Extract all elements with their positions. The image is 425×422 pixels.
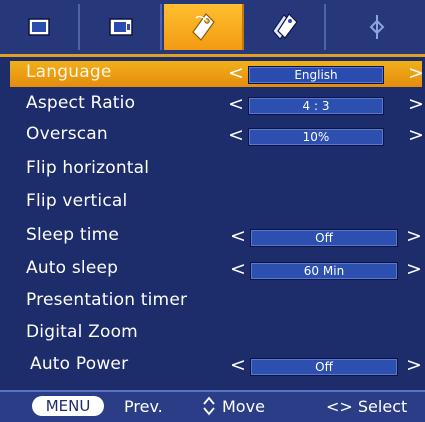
digital-zoom-label: Digital Zoom: [26, 322, 138, 342]
menu-item-sleep-time[interactable]: Sleep time < Off >: [10, 224, 422, 250]
menu-item-flip-horizontal[interactable]: Flip horizontal: [10, 157, 422, 183]
menu-item-language[interactable]: Language < English >: [10, 60, 424, 87]
tab-picture[interactable]: [0, 4, 80, 50]
menu-item-auto-power[interactable]: Auto Power < Off >: [10, 353, 422, 379]
sleep-time-right-arrow[interactable]: >: [406, 223, 422, 249]
aspect-ratio-label: Aspect Ratio: [26, 93, 136, 113]
menu-key-badge[interactable]: MENU: [32, 396, 104, 416]
menu-item-auto-sleep[interactable]: Auto sleep < 60 Min >: [10, 257, 422, 283]
osd-menu: Language < English > Aspect Ratio < 4 : …: [0, 0, 425, 422]
language-right-arrow[interactable]: >: [408, 60, 424, 86]
option2-tag-icon: [271, 12, 299, 42]
menu-item-flip-vertical[interactable]: Flip vertical: [10, 190, 422, 216]
menu-item-digital-zoom[interactable]: Digital Zoom: [10, 321, 422, 347]
updown-arrows-icon: [202, 395, 216, 421]
auto-sleep-right-arrow[interactable]: >: [406, 256, 422, 282]
auto-power-value: Off: [250, 358, 398, 376]
overscan-right-arrow[interactable]: >: [408, 122, 424, 148]
auto-sleep-left-arrow[interactable]: <: [230, 256, 246, 282]
auto-power-left-arrow[interactable]: <: [230, 352, 246, 378]
overscan-label: Overscan: [26, 124, 108, 144]
language-label: Language: [26, 62, 112, 82]
menu-item-aspect-ratio[interactable]: Aspect Ratio < 4 : 3 >: [10, 91, 424, 118]
aspect-ratio-value: 4 : 3: [248, 97, 384, 115]
auto-sleep-value: 60 Min: [250, 262, 398, 280]
sleep-time-left-arrow[interactable]: <: [230, 223, 246, 249]
sleep-time-label: Sleep time: [26, 225, 120, 245]
menu-item-presentation-timer[interactable]: Presentation timer: [10, 289, 422, 315]
input-icon: [367, 13, 387, 41]
flip-vertical-label: Flip vertical: [26, 191, 128, 211]
auto-power-right-arrow[interactable]: >: [406, 352, 422, 378]
flip-horizontal-label: Flip horizontal: [26, 158, 150, 178]
screen-icon: [109, 18, 133, 36]
tab-screen[interactable]: [82, 4, 162, 50]
tab-bar: [0, 0, 425, 54]
footer-hint-bar: MENU Prev. Move <> Select: [0, 390, 425, 422]
presentation-timer-label: Presentation timer: [26, 290, 188, 310]
auto-power-label: Auto Power: [30, 354, 129, 374]
overscan-left-arrow[interactable]: <: [228, 122, 244, 148]
language-left-arrow[interactable]: <: [228, 60, 244, 86]
tab-underline: [0, 54, 425, 57]
tab-input[interactable]: [328, 4, 425, 50]
overscan-value: 10%: [248, 128, 384, 146]
option-tag-icon: [190, 12, 216, 42]
picture-icon: [28, 18, 50, 36]
aspect-ratio-right-arrow[interactable]: >: [408, 91, 424, 117]
aspect-ratio-left-arrow[interactable]: <: [228, 91, 244, 117]
auto-sleep-label: Auto sleep: [26, 258, 119, 278]
tab-option[interactable]: [164, 4, 244, 50]
prev-label: Prev.: [124, 397, 163, 416]
menu-item-overscan[interactable]: Overscan < 10% >: [10, 122, 424, 149]
move-label: Move: [222, 397, 265, 416]
tab-option2[interactable]: [246, 4, 326, 50]
sleep-time-value: Off: [250, 229, 398, 247]
language-value: English: [248, 66, 384, 84]
select-label: <> Select: [326, 397, 408, 416]
